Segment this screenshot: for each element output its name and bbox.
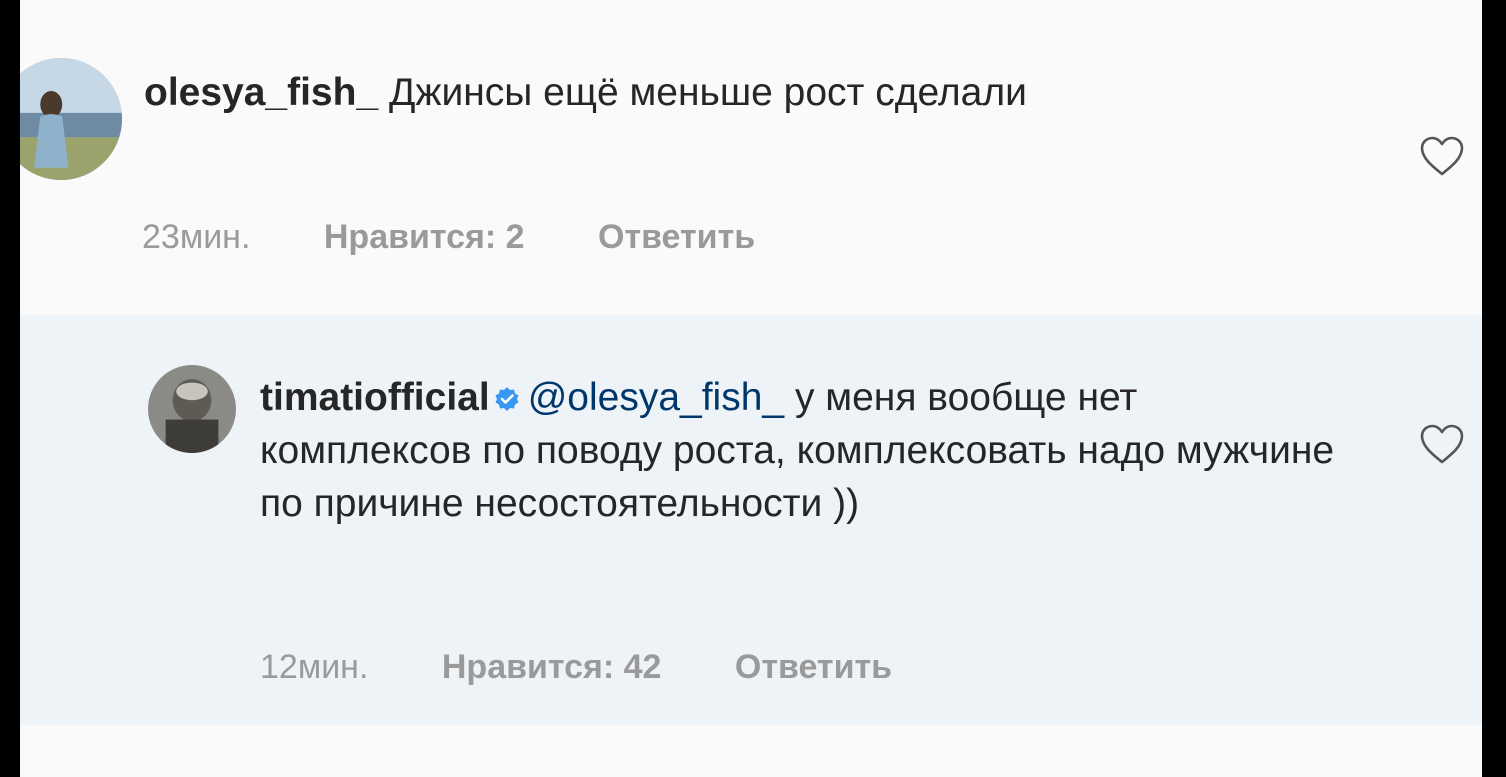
comment-meta: 23мин. Нравится: 2 Ответить — [142, 218, 819, 257]
heart-outline-icon[interactable] — [1418, 134, 1466, 178]
panel-bottom — [20, 725, 1482, 777]
reply-time[interactable]: 12мин. — [260, 648, 368, 686]
likes-count[interactable]: Нравится: 2 — [324, 218, 525, 256]
mention-link[interactable]: @olesya_fish_ — [528, 376, 784, 419]
reply-meta: 12мин. Нравится: 42 Ответить — [260, 648, 956, 687]
comments-panel: olesya_fish_ Джинсы ещё меньше рост сдел… — [20, 0, 1482, 777]
avatar-image — [148, 365, 236, 453]
comment-username[interactable]: olesya_fish_ — [144, 71, 378, 114]
comment-time[interactable]: 23мин. — [142, 218, 250, 256]
avatar-image — [20, 58, 122, 180]
reply-text: timatiofficial @olesya_fish_ у меня вообщ… — [260, 371, 1350, 530]
avatar[interactable] — [148, 365, 236, 453]
comment-item: olesya_fish_ Джинсы ещё меньше рост сдел… — [20, 0, 1482, 315]
verified-badge-icon — [494, 386, 520, 412]
avatar[interactable] — [20, 58, 122, 180]
heart-outline-icon[interactable] — [1418, 422, 1466, 466]
reply-item: timatiofficial @olesya_fish_ у меня вообщ… — [20, 315, 1482, 725]
reply-username[interactable]: timatiofficial — [260, 376, 490, 419]
likes-count[interactable]: Нравится: 42 — [442, 648, 662, 686]
reply-button[interactable]: Ответить — [735, 648, 892, 686]
reply-button[interactable]: Ответить — [598, 218, 755, 256]
comment-body: Джинсы ещё меньше рост сделали — [388, 71, 1027, 114]
comment-text: olesya_fish_ Джинсы ещё меньше рост сдел… — [144, 66, 1224, 119]
